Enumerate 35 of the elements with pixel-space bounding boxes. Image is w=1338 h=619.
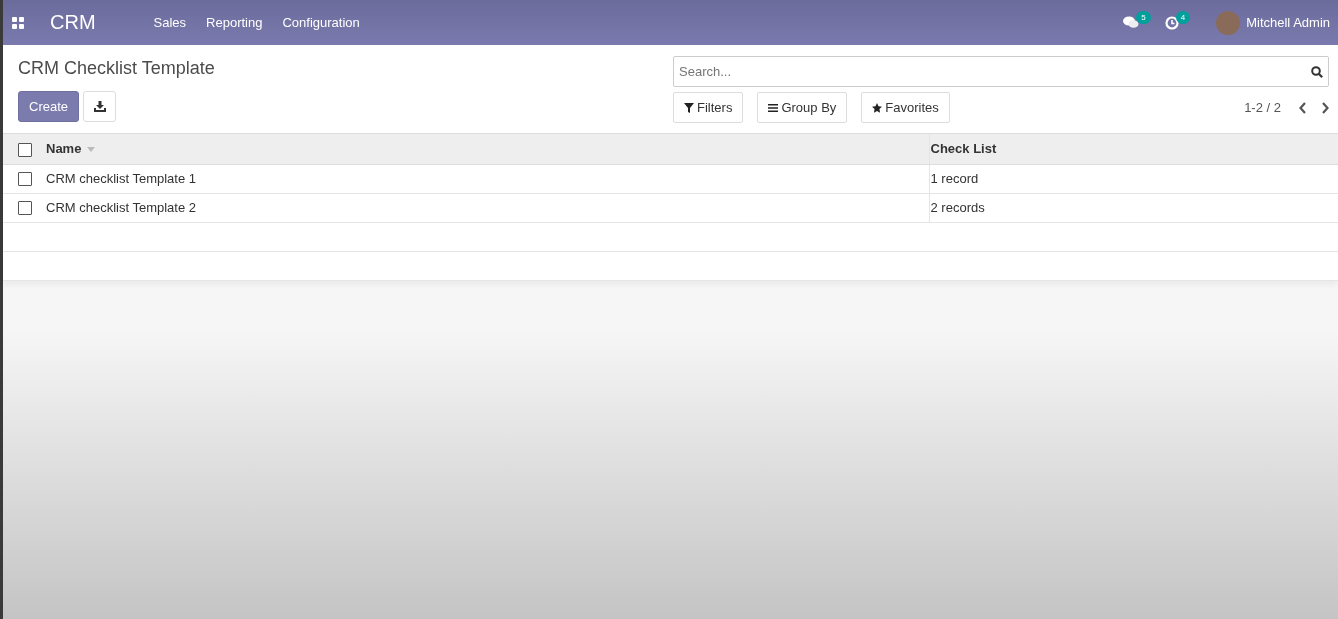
menu-item[interactable]: Sales: [153, 15, 187, 30]
filter-dropdown-button[interactable]: Group By: [757, 92, 848, 123]
create-button[interactable]: Create: [18, 91, 80, 122]
table-cell: CRM checklist Template 2: [46, 200, 197, 215]
table-cell: 1 record: [930, 171, 979, 186]
sort-caret-icon: [87, 147, 96, 153]
table-cell: 2 records: [930, 200, 985, 215]
checkbox[interactable]: [18, 142, 32, 157]
apps-menu-icon[interactable]: [12, 16, 24, 29]
column-header[interactable]: Check List: [930, 141, 997, 157]
next-page-icon[interactable]: [1321, 101, 1329, 114]
filter-dropdown-button[interactable]: Filters: [673, 92, 744, 123]
list-icon: [768, 102, 779, 113]
filter-icon: [684, 102, 694, 113]
menu-item[interactable]: Reporting: [206, 15, 263, 30]
message-count-badge: 5: [1136, 11, 1151, 24]
checkbox[interactable]: [18, 201, 32, 216]
activity-count-badge: 4: [1175, 10, 1191, 24]
checkbox[interactable]: [18, 172, 32, 187]
chat-icon[interactable]: [1123, 16, 1140, 29]
star-icon: [872, 102, 883, 113]
menu-item[interactable]: Configuration: [282, 15, 360, 30]
page-title: CRM Checklist Template: [18, 58, 215, 79]
filter-dropdown-button[interactable]: Favorites: [861, 92, 950, 123]
previous-page-icon[interactable]: [1299, 101, 1307, 114]
download-icon: [93, 101, 106, 112]
download-button[interactable]: [83, 91, 117, 122]
pager-text: 1-2 / 2: [1244, 100, 1281, 115]
search-field[interactable]: Search...: [673, 56, 1329, 87]
user-name[interactable]: Mitchell Admin: [1246, 15, 1330, 30]
search-icon[interactable]: [1311, 66, 1323, 78]
column-header[interactable]: Name: [46, 141, 82, 157]
app-name[interactable]: CRM: [50, 11, 96, 34]
clock-icon[interactable]: [1164, 15, 1179, 30]
table-cell: CRM checklist Template 1: [46, 171, 197, 186]
